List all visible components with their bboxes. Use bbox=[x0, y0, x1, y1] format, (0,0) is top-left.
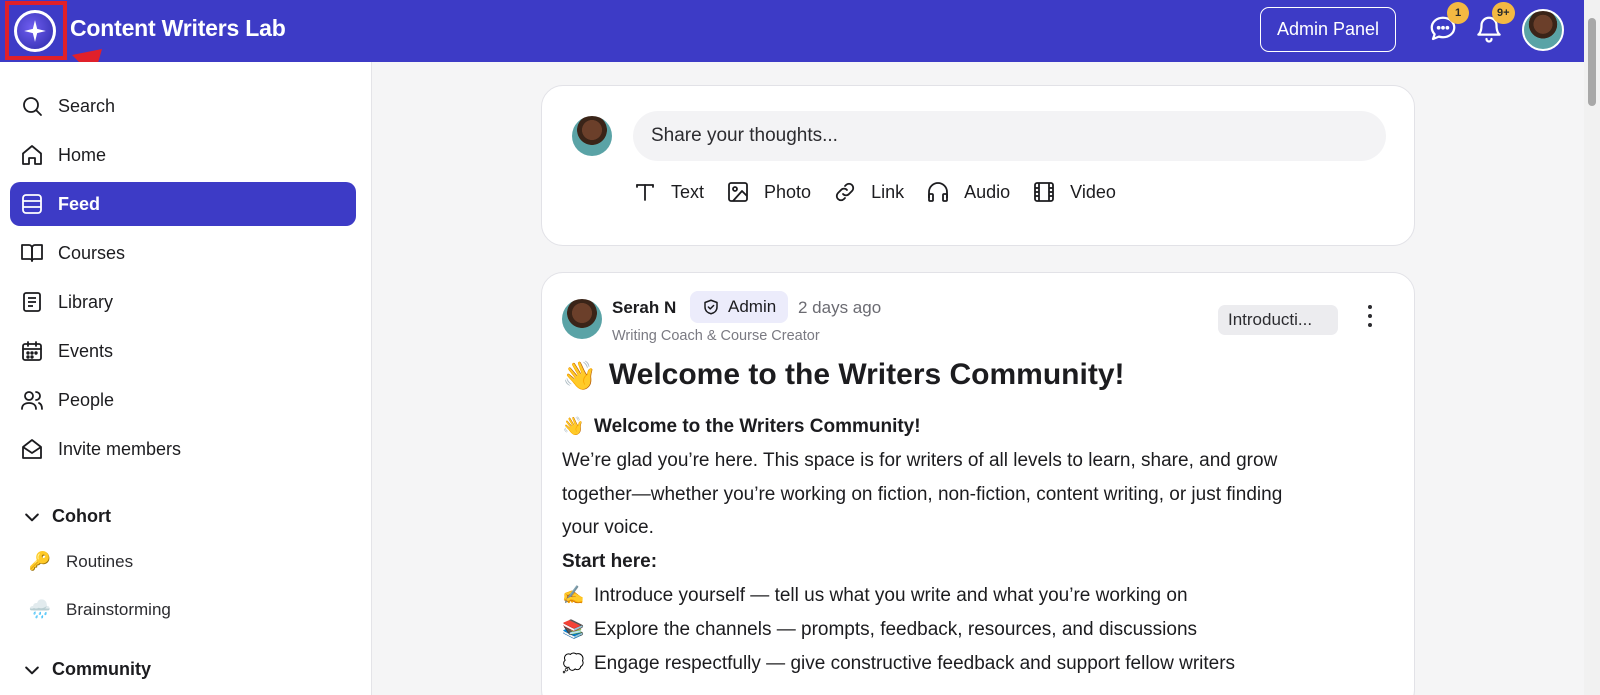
sidebar-item-label: Feed bbox=[58, 193, 101, 214]
section-community-label: Community bbox=[52, 659, 151, 679]
chevron-down-icon bbox=[25, 513, 39, 521]
action-label: Video bbox=[1070, 181, 1116, 202]
wave-icon: 👋 bbox=[562, 359, 597, 391]
sidebar-item-label: Courses bbox=[58, 242, 126, 263]
post-body-line: your voice. bbox=[562, 517, 654, 539]
composer-actions: Text Photo Link Audio Video bbox=[633, 180, 1138, 204]
sidebar-item-people[interactable]: People bbox=[10, 378, 356, 422]
section-cohort[interactable]: Cohort bbox=[22, 506, 111, 527]
sidebar-item-routines[interactable]: 🔑 Routines bbox=[28, 551, 133, 572]
people-icon bbox=[21, 391, 43, 410]
photo-post-button[interactable]: Photo bbox=[726, 180, 811, 204]
sidebar: Search Home Feed Courses Library Events … bbox=[0, 62, 372, 695]
home-icon bbox=[22, 145, 42, 165]
calendar-icon bbox=[22, 341, 42, 361]
avatar[interactable] bbox=[572, 116, 612, 156]
sidebar-item-label: Home bbox=[58, 144, 107, 165]
sidebar-item-events[interactable]: Events bbox=[10, 329, 356, 373]
library-icon bbox=[23, 292, 41, 312]
key-icon: 🔑 bbox=[28, 551, 52, 571]
audio-post-button[interactable]: Audio bbox=[926, 180, 1010, 204]
shield-check-icon bbox=[704, 299, 718, 315]
wave-icon: 👋 bbox=[562, 416, 585, 436]
post-author[interactable]: Serah N bbox=[612, 298, 676, 318]
list-item: 💭 Engage respectfully — give constructiv… bbox=[562, 647, 1392, 681]
sidebar-item-courses[interactable]: Courses bbox=[10, 231, 356, 275]
action-label: Link bbox=[871, 181, 905, 202]
link-icon bbox=[835, 182, 855, 202]
post-timestamp: 2 days ago bbox=[798, 298, 882, 317]
video-post-button[interactable]: Video bbox=[1032, 180, 1116, 204]
film-icon bbox=[1034, 182, 1055, 202]
sidebar-item-label: Library bbox=[58, 291, 114, 312]
app-title[interactable]: Content Writers Lab bbox=[70, 15, 286, 42]
sidebar-item-label: Routines bbox=[66, 551, 134, 571]
sidebar-item-library[interactable]: Library bbox=[10, 280, 356, 324]
list-item: 📚 Explore the channels — prompts, feedba… bbox=[562, 613, 1392, 647]
post-title: 👋 Welcome to the Writers Community! bbox=[562, 358, 1125, 392]
share-thoughts-input[interactable]: Share your thoughts... bbox=[633, 111, 1386, 161]
sidebar-item-search[interactable]: Search bbox=[10, 84, 356, 128]
writing-hand-icon: ✍️ bbox=[562, 584, 585, 605]
sidebar-item-label: Events bbox=[58, 340, 114, 361]
post-body-heading-text: Welcome to the Writers Community! bbox=[594, 416, 921, 437]
rain-cloud-icon: 🌧️ bbox=[28, 599, 52, 619]
post-title-text: Welcome to the Writers Community! bbox=[608, 358, 1125, 391]
sidebar-item-brainstorming[interactable]: 🌧️ Brainstorming bbox=[28, 599, 171, 620]
section-community[interactable]: Community bbox=[22, 659, 151, 680]
feed-post: Serah N Admin 2 days ago Writing Coach &… bbox=[541, 272, 1415, 695]
annotation-highlight-box bbox=[5, 1, 67, 60]
text-post-button[interactable]: Text bbox=[633, 180, 704, 204]
start-here-heading: Start here: bbox=[562, 551, 658, 573]
sidebar-item-feed[interactable]: Feed bbox=[10, 182, 356, 226]
book-icon bbox=[21, 244, 43, 262]
books-icon: 📚 bbox=[562, 618, 585, 639]
thought-bubble-icon: 💭 bbox=[562, 652, 585, 673]
action-label: Text bbox=[671, 181, 705, 202]
search-icon bbox=[23, 97, 42, 116]
page-scrollbar[interactable] bbox=[1584, 0, 1600, 695]
role-badge: Admin bbox=[690, 291, 789, 323]
list-item: ✍️ Introduce yourself — tell us what you… bbox=[562, 579, 1392, 613]
more-options-icon[interactable] bbox=[1360, 303, 1380, 329]
action-label: Audio bbox=[964, 181, 1011, 202]
envelope-icon bbox=[22, 439, 42, 459]
headphones-icon bbox=[928, 182, 948, 202]
text-icon bbox=[636, 184, 654, 201]
chevron-down-icon bbox=[25, 666, 39, 674]
post-body: 👋 Welcome to the Writers Community! We’r… bbox=[562, 410, 1392, 680]
action-label: Photo bbox=[764, 181, 812, 202]
sidebar-item-home[interactable]: Home bbox=[10, 133, 356, 177]
avatar[interactable] bbox=[562, 299, 602, 339]
list-item-text: Engage respectfully — give constructive … bbox=[594, 652, 1236, 674]
list-item-text: Explore the channels — prompts, feedback… bbox=[594, 618, 1198, 640]
link-post-button[interactable]: Link bbox=[833, 180, 904, 204]
list-item-text: Introduce yourself — tell us what you wr… bbox=[594, 584, 1188, 606]
scrollbar-thumb[interactable] bbox=[1588, 18, 1596, 106]
top-bar: Content Writers Lab Admin Panel 1 9+ bbox=[0, 0, 1584, 62]
post-body-line: together—whether you’re working on ficti… bbox=[562, 483, 1283, 505]
sidebar-item-label: Search bbox=[58, 95, 116, 116]
notifications-badge: 9+ bbox=[1492, 2, 1515, 24]
feed-icon bbox=[22, 194, 42, 214]
role-badge-label: Admin bbox=[728, 297, 777, 316]
post-body-line: We’re glad you’re here. This space is fo… bbox=[562, 449, 1278, 471]
post-composer: Share your thoughts... Text Photo Link A… bbox=[541, 85, 1415, 246]
sidebar-item-invite-members[interactable]: Invite members bbox=[10, 427, 356, 471]
post-body-heading: 👋 Welcome to the Writers Community! bbox=[562, 410, 1392, 444]
image-icon bbox=[728, 182, 748, 202]
sidebar-item-label: Brainstorming bbox=[66, 599, 171, 619]
sidebar-item-label: People bbox=[58, 389, 115, 410]
user-avatar[interactable] bbox=[1522, 9, 1564, 51]
channel-tag[interactable]: Introducti... bbox=[1218, 305, 1338, 335]
section-cohort-label: Cohort bbox=[52, 506, 111, 526]
messages-badge: 1 bbox=[1447, 2, 1469, 24]
author-title: Writing Coach & Course Creator bbox=[612, 328, 820, 344]
admin-panel-button[interactable]: Admin Panel bbox=[1260, 7, 1396, 52]
sidebar-item-label: Invite members bbox=[58, 438, 182, 459]
